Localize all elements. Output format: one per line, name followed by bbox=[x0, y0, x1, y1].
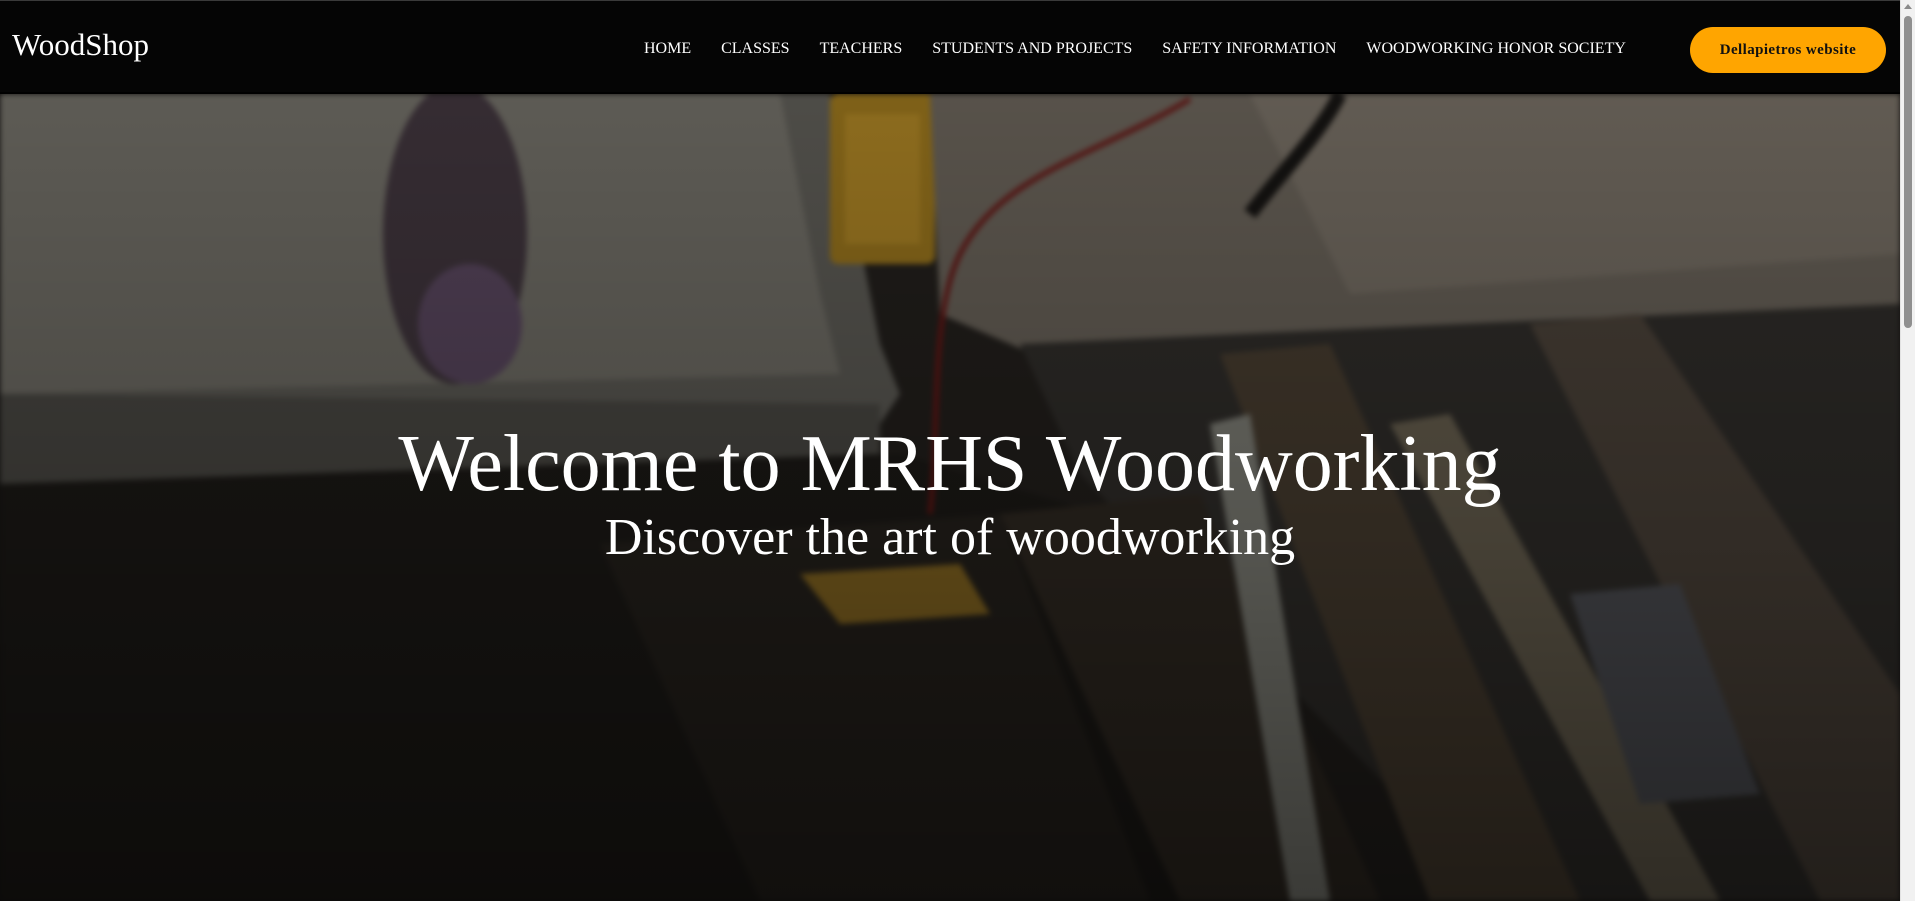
site-logo[interactable]: WoodShop bbox=[12, 27, 149, 63]
nav-link-teachers[interactable]: TEACHERS bbox=[820, 39, 903, 59]
scroll-up-arrow-icon[interactable] bbox=[1904, 4, 1912, 9]
vertical-scrollbar[interactable] bbox=[1900, 0, 1915, 901]
hero-title: Welcome to MRHS Woodworking bbox=[398, 420, 1502, 508]
nav-link-home[interactable]: HOME bbox=[644, 39, 691, 59]
nav-link-safety-information[interactable]: SAFETY INFORMATION bbox=[1162, 39, 1336, 59]
page: WoodShop HOME CLASSES TEACHERS STUDENTS … bbox=[0, 0, 1915, 901]
dellapietros-website-button[interactable]: Dellapietros website bbox=[1690, 27, 1886, 73]
nav-link-students-and-projects[interactable]: STUDENTS AND PROJECTS bbox=[932, 39, 1132, 59]
top-navbar: WoodShop HOME CLASSES TEACHERS STUDENTS … bbox=[0, 0, 1900, 94]
nav-link-classes[interactable]: CLASSES bbox=[721, 39, 789, 59]
hero-subtitle: Discover the art of woodworking bbox=[604, 509, 1296, 566]
scrollbar-thumb[interactable] bbox=[1904, 16, 1912, 328]
hero-section: Welcome to MRHS Woodworking Discover the… bbox=[0, 94, 1900, 901]
hero-text-block: Welcome to MRHS Woodworking Discover the… bbox=[0, 418, 1900, 568]
nav-link-woodworking-honor-society[interactable]: WOODWORKING HONOR SOCIETY bbox=[1366, 39, 1626, 59]
nav-links: HOME CLASSES TEACHERS STUDENTS AND PROJE… bbox=[644, 39, 1656, 59]
